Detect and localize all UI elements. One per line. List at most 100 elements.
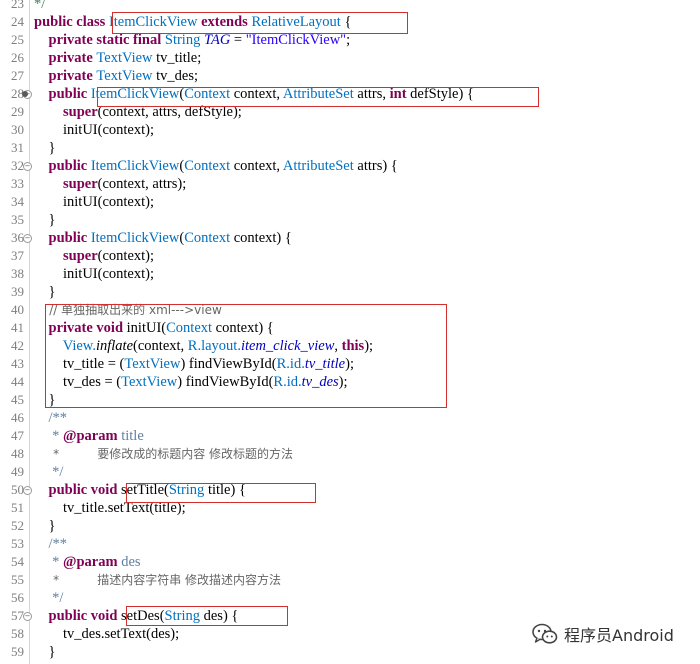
line-number: 58	[11, 626, 24, 641]
code-token: ItemClickView	[90, 158, 180, 174]
code-line[interactable]: private TextView tv_title;	[34, 49, 202, 67]
line-number: 52	[11, 518, 24, 533]
line-number: 49	[11, 464, 24, 479]
code-token: attrs) {	[353, 158, 398, 174]
line-number: 57	[11, 608, 24, 623]
line-number: 59	[11, 644, 24, 659]
watermark: 程序员Android	[532, 621, 674, 647]
code-token: }	[34, 140, 56, 156]
code-line[interactable]: super(context);	[34, 247, 154, 265]
line-number: 45	[11, 392, 24, 407]
code-line[interactable]: initUI(context);	[34, 193, 154, 211]
line-number: 47	[11, 428, 24, 443]
code-line[interactable]: tv_des.setText(des);	[34, 625, 179, 643]
highlight-class-declaration	[112, 12, 408, 34]
highlight-setdes-method	[126, 606, 288, 626]
code-line[interactable]: }	[34, 643, 56, 661]
line-number: 42	[11, 338, 24, 353]
line-number: 48	[11, 446, 24, 461]
fold-toggle-icon[interactable]: −	[23, 612, 32, 621]
code-token: Context	[184, 158, 231, 174]
code-line[interactable]: public ItemClickView(Context context, At…	[34, 157, 398, 175]
code-line[interactable]: * @param title	[34, 427, 144, 445]
line-number: 44	[11, 374, 24, 389]
code-token: }	[34, 212, 56, 228]
line-number: 24	[11, 14, 24, 29]
fold-toggle-icon[interactable]: −	[23, 234, 32, 243]
code-token: }	[34, 644, 56, 660]
code-line[interactable]: initUI(context);	[34, 265, 154, 283]
line-number: 40	[11, 302, 24, 317]
code-token: String	[164, 32, 201, 48]
code-token: super	[34, 248, 98, 264]
fold-toggle-icon[interactable]: −	[23, 486, 32, 495]
code-line[interactable]: /**	[34, 409, 68, 427]
code-line[interactable]: initUI(context);	[34, 121, 154, 139]
code-token: initUI(context);	[34, 122, 155, 138]
code-line[interactable]: */	[34, 0, 45, 13]
highlight-settitle-method	[126, 483, 316, 503]
code-token: ;	[346, 32, 351, 48]
code-line[interactable]: super(context, attrs);	[34, 175, 186, 193]
highlight-initui-method	[45, 304, 447, 408]
code-token: public	[34, 230, 91, 246]
code-line[interactable]: }	[34, 139, 56, 157]
code-token: context) {	[230, 230, 292, 246]
line-number: 37	[11, 248, 24, 263]
line-number: 26	[11, 50, 24, 65]
code-line[interactable]: */	[34, 463, 63, 481]
line-number: 41	[11, 320, 24, 335]
code-token: "ItemClickView"	[245, 32, 347, 48]
code-token: *	[34, 428, 63, 444]
line-number: 32	[11, 158, 24, 173]
code-line[interactable]: }	[34, 211, 56, 229]
code-token: AttributeSet	[282, 158, 354, 174]
code-editor[interactable]: 23 24 25 26 27 28 29 30 31 32 33 34 35 36 37 38 39 40 41 42…	[0, 0, 700, 664]
code-token: private	[34, 68, 97, 84]
code-line[interactable]: */	[34, 589, 63, 607]
wechat-icon	[532, 623, 558, 644]
code-token: public	[34, 86, 91, 102]
code-token: Context	[184, 230, 231, 246]
code-token: /**	[34, 536, 68, 552]
code-token: * 要修改成的标题内容 修改标题的方法	[34, 447, 294, 461]
code-line[interactable]: public ItemClickView(Context context) {	[34, 229, 292, 247]
code-token: (context, attrs);	[97, 176, 187, 192]
code-line[interactable]: * 描述内容字符串 修改描述内容方法	[34, 571, 281, 589]
line-number: 34	[11, 194, 24, 209]
code-token: */	[34, 0, 46, 12]
code-token: @param	[63, 554, 118, 570]
code-token: =	[230, 32, 246, 48]
code-token: private static final	[34, 32, 165, 48]
code-token: * 描述内容字符串 修改描述内容方法	[34, 573, 282, 587]
code-line[interactable]: /**	[34, 535, 68, 553]
line-number: 30	[11, 122, 24, 137]
fold-toggle-icon[interactable]: −	[23, 162, 32, 171]
code-token: */	[34, 590, 64, 606]
code-token: ItemClickView	[90, 230, 180, 246]
line-number: 55	[11, 572, 24, 587]
line-number: 51	[11, 500, 24, 515]
code-token: @param	[63, 428, 118, 444]
breakpoint-marker-icon[interactable]	[22, 91, 28, 97]
code-token: tv_des;	[152, 68, 199, 84]
line-number: 36	[11, 230, 24, 245]
gutter-divider	[29, 0, 30, 664]
watermark-text: 程序员Android	[564, 626, 674, 645]
code-line[interactable]: * 要修改成的标题内容 修改标题的方法	[34, 445, 293, 463]
line-number: 29	[11, 104, 24, 119]
line-number: 54	[11, 554, 24, 569]
code-line[interactable]: }	[34, 283, 56, 301]
line-number: 53	[11, 536, 24, 551]
line-number: 35	[11, 212, 24, 227]
code-token: public void	[34, 482, 122, 498]
code-token: tv_des.setText(des);	[34, 626, 180, 642]
code-token: title	[117, 428, 144, 444]
code-line[interactable]: }	[34, 517, 56, 535]
code-line[interactable]: * @param des	[34, 553, 140, 571]
line-number: 39	[11, 284, 24, 299]
code-token: private	[34, 50, 97, 66]
line-number: 46	[11, 410, 24, 425]
code-token: public class	[34, 14, 109, 30]
code-line[interactable]: private TextView tv_des;	[34, 67, 199, 85]
